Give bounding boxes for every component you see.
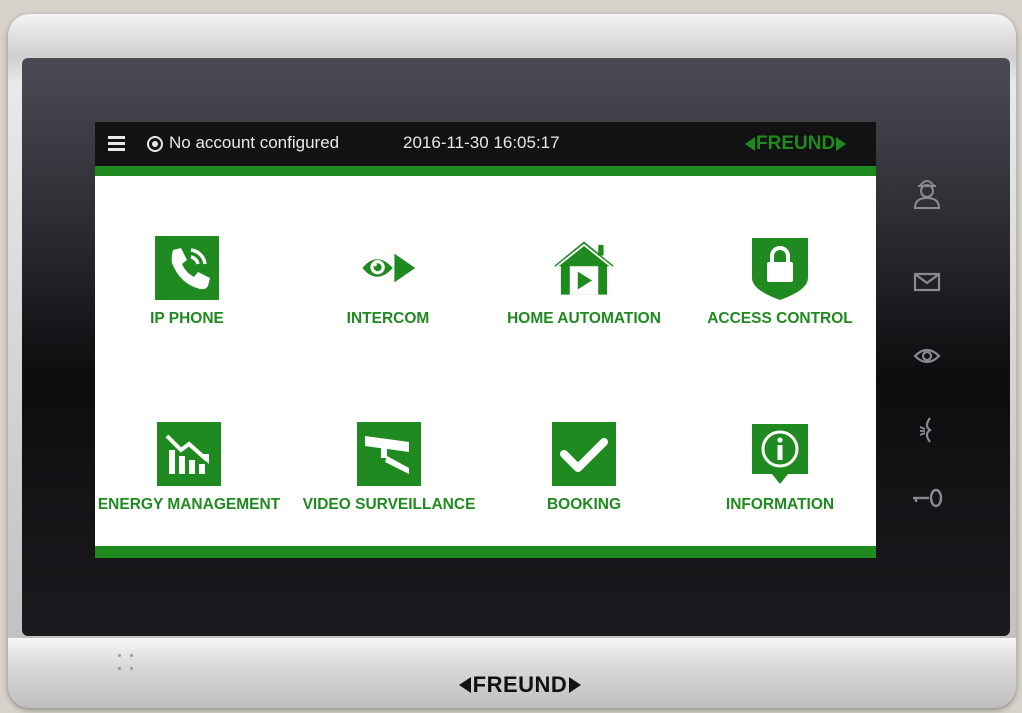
tile-label: IP PHONE bbox=[150, 310, 224, 327]
tile-label: VIDEO SURVEILLANCE bbox=[302, 496, 476, 513]
top-accent-line bbox=[95, 166, 876, 176]
tile-label: HOME AUTOMATION bbox=[507, 310, 661, 327]
key-icon[interactable] bbox=[905, 480, 949, 516]
chart-down-icon bbox=[157, 422, 221, 486]
tile-access-control[interactable]: ACCESS CONTROL bbox=[685, 236, 875, 346]
account-status: No account configured bbox=[169, 133, 340, 152]
eye-icon bbox=[356, 236, 420, 300]
brand-text: FREUND bbox=[756, 133, 836, 154]
brand-logo: FREUND bbox=[745, 132, 847, 156]
tile-label: BOOKING bbox=[546, 496, 622, 513]
tile-label: ENERGY MANAGEMENT bbox=[97, 496, 281, 513]
tile-label: INFORMATION bbox=[725, 496, 835, 513]
menu-icon[interactable] bbox=[108, 136, 125, 151]
tile-label: ACCESS CONTROL bbox=[707, 310, 853, 327]
device-logo-text: FREUND bbox=[472, 672, 568, 697]
tile-intercom[interactable]: INTERCOM bbox=[293, 236, 483, 346]
tile-label: INTERCOM bbox=[346, 310, 430, 327]
mail-icon[interactable] bbox=[905, 264, 949, 300]
brand-left-arrow-icon bbox=[745, 137, 755, 151]
logo-right-arrow-icon bbox=[569, 677, 582, 693]
house-play-icon bbox=[552, 236, 616, 300]
tile-video-surveillance[interactable]: VIDEO SURVEILLANCE bbox=[291, 422, 487, 532]
datetime: 2016-11-30 16:05:17 bbox=[403, 133, 560, 152]
bell-icon[interactable] bbox=[905, 412, 949, 448]
brand-right-arrow-icon bbox=[836, 137, 847, 151]
touch-screen: No account configured 2016-11-30 16:05:1… bbox=[95, 122, 876, 558]
tile-information[interactable]: INFORMATION bbox=[685, 422, 875, 532]
tile-energy-management[interactable]: ENERGY MANAGEMENT bbox=[95, 422, 289, 532]
info-icon bbox=[748, 422, 812, 486]
tile-ip-phone[interactable]: IP PHONE bbox=[95, 236, 282, 346]
logo-left-arrow-icon bbox=[458, 677, 471, 693]
user-icon[interactable] bbox=[905, 174, 949, 210]
account-status-icon bbox=[147, 136, 163, 152]
bottom-accent-line bbox=[95, 546, 876, 558]
device-logo: FREUND bbox=[440, 671, 600, 699]
eye-icon[interactable] bbox=[905, 338, 949, 374]
lock-shield-icon bbox=[748, 236, 812, 300]
phone-icon bbox=[155, 236, 219, 300]
checkmark-icon bbox=[552, 422, 616, 486]
status-bar: No account configured 2016-11-30 16:05:1… bbox=[95, 122, 876, 166]
speaker-grille bbox=[118, 654, 142, 674]
camera-icon bbox=[357, 422, 421, 486]
tile-home-automation[interactable]: HOME AUTOMATION bbox=[489, 236, 679, 346]
tile-booking[interactable]: BOOKING bbox=[489, 422, 679, 532]
